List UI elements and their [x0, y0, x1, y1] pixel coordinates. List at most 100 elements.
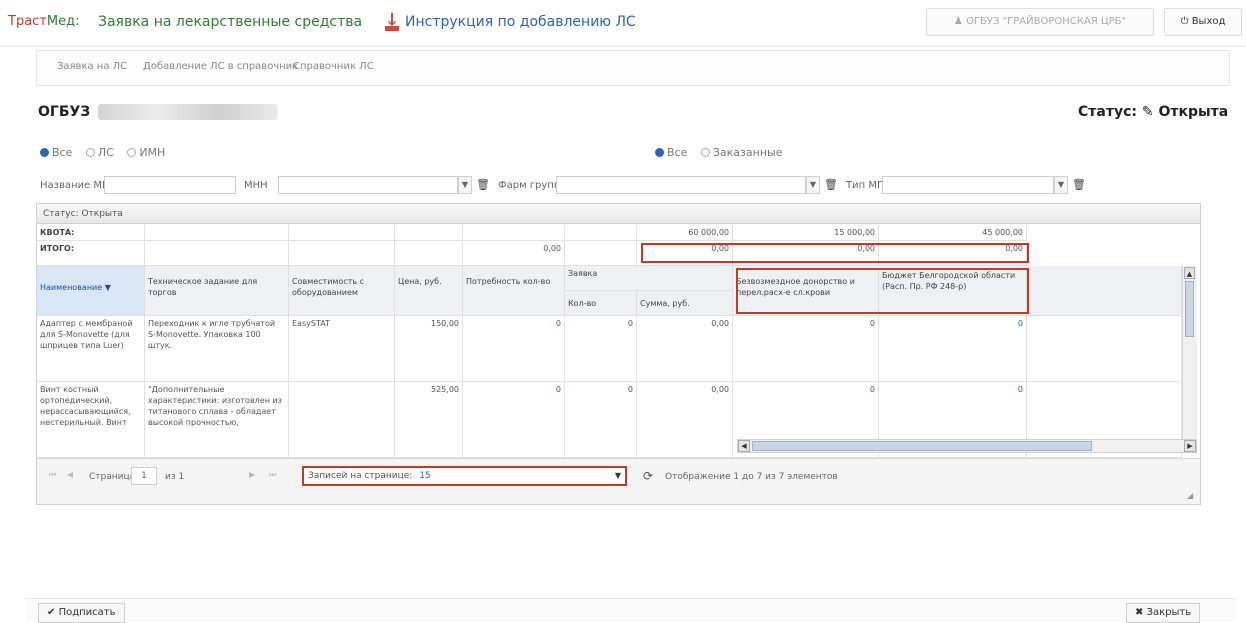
- itogo-empty: [395, 241, 463, 266]
- kvota-empty: [289, 225, 395, 241]
- chevron-down-icon: ▼: [614, 471, 621, 480]
- mnn-filter-input[interactable]: [278, 176, 458, 194]
- vertical-scroll-thumb[interactable]: [1185, 281, 1194, 337]
- pdf-icon[interactable]: [384, 12, 400, 32]
- itogo-empty: [289, 241, 395, 266]
- logout-label: Выход: [1191, 16, 1226, 27]
- col-header-price[interactable]: Цена, руб.: [395, 266, 463, 316]
- close-button[interactable]: ✖ Закрыть: [1126, 603, 1201, 623]
- close-icon: ✖: [1135, 607, 1144, 618]
- name-filter-input[interactable]: [104, 176, 236, 194]
- brand-logo[interactable]: ТрастМед:: [8, 14, 79, 29]
- type-dropdown-button[interactable]: ▼: [1054, 176, 1068, 194]
- col-header-task[interactable]: Техническое задание для торгов: [145, 266, 289, 316]
- col-header-name-label: Наименование: [40, 283, 103, 292]
- kvota-empty: [565, 225, 637, 241]
- horizontal-scrollbar[interactable]: ◀ ▶: [737, 439, 1197, 453]
- cell-budget2[interactable]: 0: [879, 316, 1027, 382]
- col-header-order: Заявка: [565, 266, 733, 291]
- status-display: Статус: ✎ Открыта: [1078, 104, 1228, 120]
- first-page-icon[interactable]: ⏮: [49, 470, 56, 480]
- itogo-budget1: 0,00: [733, 241, 879, 266]
- kvota-budget2: 45 000,00: [879, 225, 1027, 241]
- type-filter-label: Тип МП: [846, 180, 885, 191]
- pager: ⏮ ◀ Страница 1 из 1 ▶ ⏭ Записей на стран…: [37, 458, 1200, 504]
- display-info: Отображение 1 до 7 из 7 элементов: [665, 472, 838, 482]
- itogo-label: ИТОГО:: [37, 241, 145, 266]
- sort-icon: ▼: [104, 283, 111, 292]
- nav-item-catalog[interactable]: Справочник ЛС: [293, 61, 374, 72]
- org-title: ОГБУЗ: [38, 104, 91, 120]
- cell-price: 525,00: [395, 382, 463, 458]
- itogo-sum: 0,00: [637, 241, 733, 266]
- type-filter-input[interactable]: [882, 176, 1054, 194]
- pharm-clear-icon[interactable]: 🗑: [824, 178, 838, 191]
- vertical-scrollbar[interactable]: ▲ ▼: [1182, 266, 1197, 453]
- radio-type-imn[interactable]: [127, 148, 137, 157]
- cell-filler: [1027, 316, 1182, 382]
- radio-type-ls[interactable]: [85, 148, 95, 157]
- type-clear-icon[interactable]: 🗑: [1072, 178, 1086, 191]
- cell-task: Переходник к игле трубчатой S-Monovette.…: [145, 316, 289, 382]
- prev-page-icon[interactable]: ◀: [67, 470, 73, 479]
- col-header-budget2[interactable]: Бюджет Белгородской области (Расп. Пр. Р…: [879, 266, 1027, 316]
- status-label: Статус:: [1078, 104, 1137, 120]
- col-header-budget1[interactable]: Безвозмездное донорство и перел.расх-е с…: [733, 266, 879, 316]
- cell-need[interactable]: 0: [463, 382, 565, 458]
- col-header-sum[interactable]: Сумма, руб.: [637, 291, 733, 316]
- sign-label: Подписать: [58, 607, 116, 618]
- col-header-compat[interactable]: Совместимость с оборудованием: [289, 266, 395, 316]
- records-per-page-select[interactable]: Записей на странице: 15 ▼: [302, 466, 627, 486]
- col-header-name[interactable]: Наименование ▼: [37, 266, 145, 316]
- mnn-dropdown-button[interactable]: ▼: [458, 176, 472, 194]
- last-page-icon[interactable]: ⏭: [269, 470, 276, 480]
- scroll-up-arrow[interactable]: ▲: [1184, 267, 1195, 279]
- radio-type-all-label: Все: [52, 146, 73, 159]
- cell-name: Адаптер с мембраной для S-Monovette (для…: [37, 316, 145, 382]
- kvota-empty: [395, 225, 463, 241]
- cell-budget1[interactable]: 0: [733, 316, 879, 382]
- scroll-right-arrow[interactable]: ▶: [1184, 440, 1196, 452]
- grid-caption: Статус: Открыта: [37, 204, 1200, 224]
- radio-order-ordered-label: Заказанные: [712, 146, 783, 159]
- col-header-filler: [1027, 266, 1182, 316]
- page-number-input[interactable]: 1: [131, 467, 157, 485]
- radio-order-all-label: Все: [667, 146, 688, 159]
- close-label: Закрыть: [1146, 607, 1192, 618]
- kvota-budget1: 15 000,00: [733, 225, 879, 241]
- radio-type-ls-label: ЛС: [97, 146, 114, 159]
- nav-item-request[interactable]: Заявка на ЛС: [57, 61, 127, 72]
- pharm-dropdown-button[interactable]: ▼: [806, 176, 820, 194]
- radio-order-ordered[interactable]: [700, 148, 710, 157]
- user-button[interactable]: ♟ ОГБУЗ "ГРАЙВОРОНСКАЯ ЦРБ": [926, 8, 1154, 36]
- scroll-left-arrow[interactable]: ◀: [738, 440, 750, 452]
- cell-price: 150,00: [395, 316, 463, 382]
- sign-button[interactable]: ✔ Подписать: [38, 603, 125, 623]
- user-icon: ♟: [953, 16, 963, 27]
- sub-nav: Заявка на ЛС Добавление ЛС в справочник …: [36, 50, 1230, 86]
- nav-item-add-drug[interactable]: Добавление ЛС в справочник: [143, 61, 298, 72]
- rpp-label: Записей на странице:: [308, 471, 413, 481]
- col-header-qty[interactable]: Кол-во: [565, 291, 637, 316]
- app-title: Заявка на лекарственные средства: [98, 14, 363, 30]
- cell-compat: [289, 382, 395, 458]
- radio-order-all[interactable]: [655, 148, 664, 157]
- cell-task: "Дополнительные характеристики: изготовл…: [145, 382, 289, 458]
- status-value: Открыта: [1158, 104, 1229, 120]
- page-label: Страница: [89, 472, 136, 482]
- cell-need[interactable]: 0: [463, 316, 565, 382]
- pharm-filter-input[interactable]: [556, 176, 806, 194]
- resize-grip-icon[interactable]: ◢: [1187, 491, 1193, 500]
- logout-button[interactable]: ⏻ Выход: [1164, 8, 1242, 36]
- horizontal-scroll-thumb[interactable]: [752, 441, 1092, 451]
- radio-type-all[interactable]: [40, 148, 49, 157]
- col-header-need[interactable]: Потребность кол-во: [463, 266, 565, 316]
- next-page-icon[interactable]: ▶: [249, 470, 255, 479]
- instruction-link[interactable]: Инструкция по добавлению ЛС: [405, 14, 636, 30]
- user-label: ОГБУЗ "ГРАЙВОРОНСКАЯ ЦРБ": [966, 16, 1127, 27]
- refresh-icon[interactable]: ⟳: [643, 469, 653, 483]
- cell-sum: 0,00: [637, 382, 733, 458]
- cell-name: Винт костный ортопедический, нерассасыва…: [37, 382, 145, 458]
- mnn-clear-icon[interactable]: 🗑: [476, 178, 490, 191]
- check-icon: ✔: [47, 607, 56, 618]
